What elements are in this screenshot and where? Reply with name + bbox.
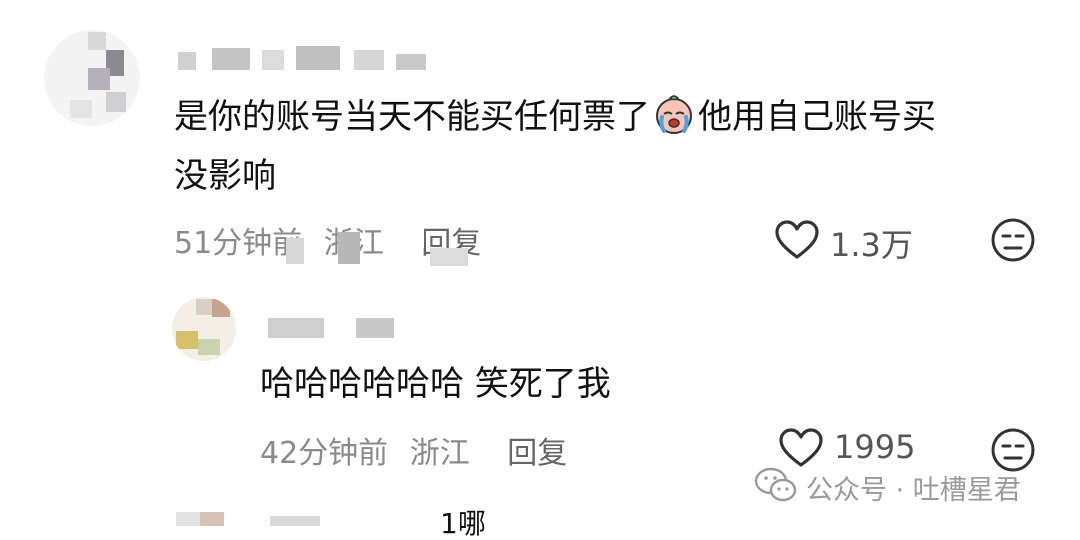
comment-location: 浙江	[409, 436, 470, 471]
comment-text-line2: 没影响	[174, 156, 276, 196]
comment-text: 是你的账号当天不能买任何票了 他用自己账号买	[174, 89, 936, 145]
like-heart-icon[interactable]	[774, 220, 820, 260]
username[interactable]	[178, 44, 438, 74]
reply-button[interactable]: 回复	[507, 436, 567, 471]
comment-text-part: 他用自己账号买	[698, 97, 936, 137]
dislike-face-icon[interactable]	[990, 427, 1036, 473]
mosaic-block	[338, 232, 360, 264]
partial-text: 1哪	[440, 507, 486, 540]
avatar[interactable]	[172, 297, 236, 361]
mosaic-block	[286, 238, 304, 264]
username[interactable]	[270, 516, 320, 526]
avatar[interactable]	[44, 30, 140, 126]
comment-time: 51分钟前	[174, 226, 303, 261]
comment-time: 42分钟前	[260, 436, 389, 471]
comment-text: 哈哈哈哈哈哈 笑死了我	[260, 364, 611, 404]
like-count: 1.3万	[830, 226, 913, 264]
watermark-text: 公众号 · 吐槽星君	[806, 475, 1021, 506]
mosaic-block	[200, 512, 224, 526]
like-heart-icon[interactable]	[778, 428, 824, 468]
mosaic-block	[398, 222, 424, 248]
dislike-face-icon[interactable]	[990, 217, 1036, 263]
like-count: 1995	[834, 428, 916, 466]
mosaic-block	[430, 248, 468, 266]
username-suffix	[356, 318, 394, 338]
wechat-icon	[754, 467, 797, 502]
comment-meta: 42分钟前 浙江 回复	[260, 428, 567, 472]
comment-text-part: 是你的账号当天不能买任何票了	[174, 97, 650, 137]
crying-baby-emoji-icon	[656, 95, 692, 134]
avatar[interactable]	[176, 512, 200, 526]
username[interactable]	[268, 318, 324, 338]
